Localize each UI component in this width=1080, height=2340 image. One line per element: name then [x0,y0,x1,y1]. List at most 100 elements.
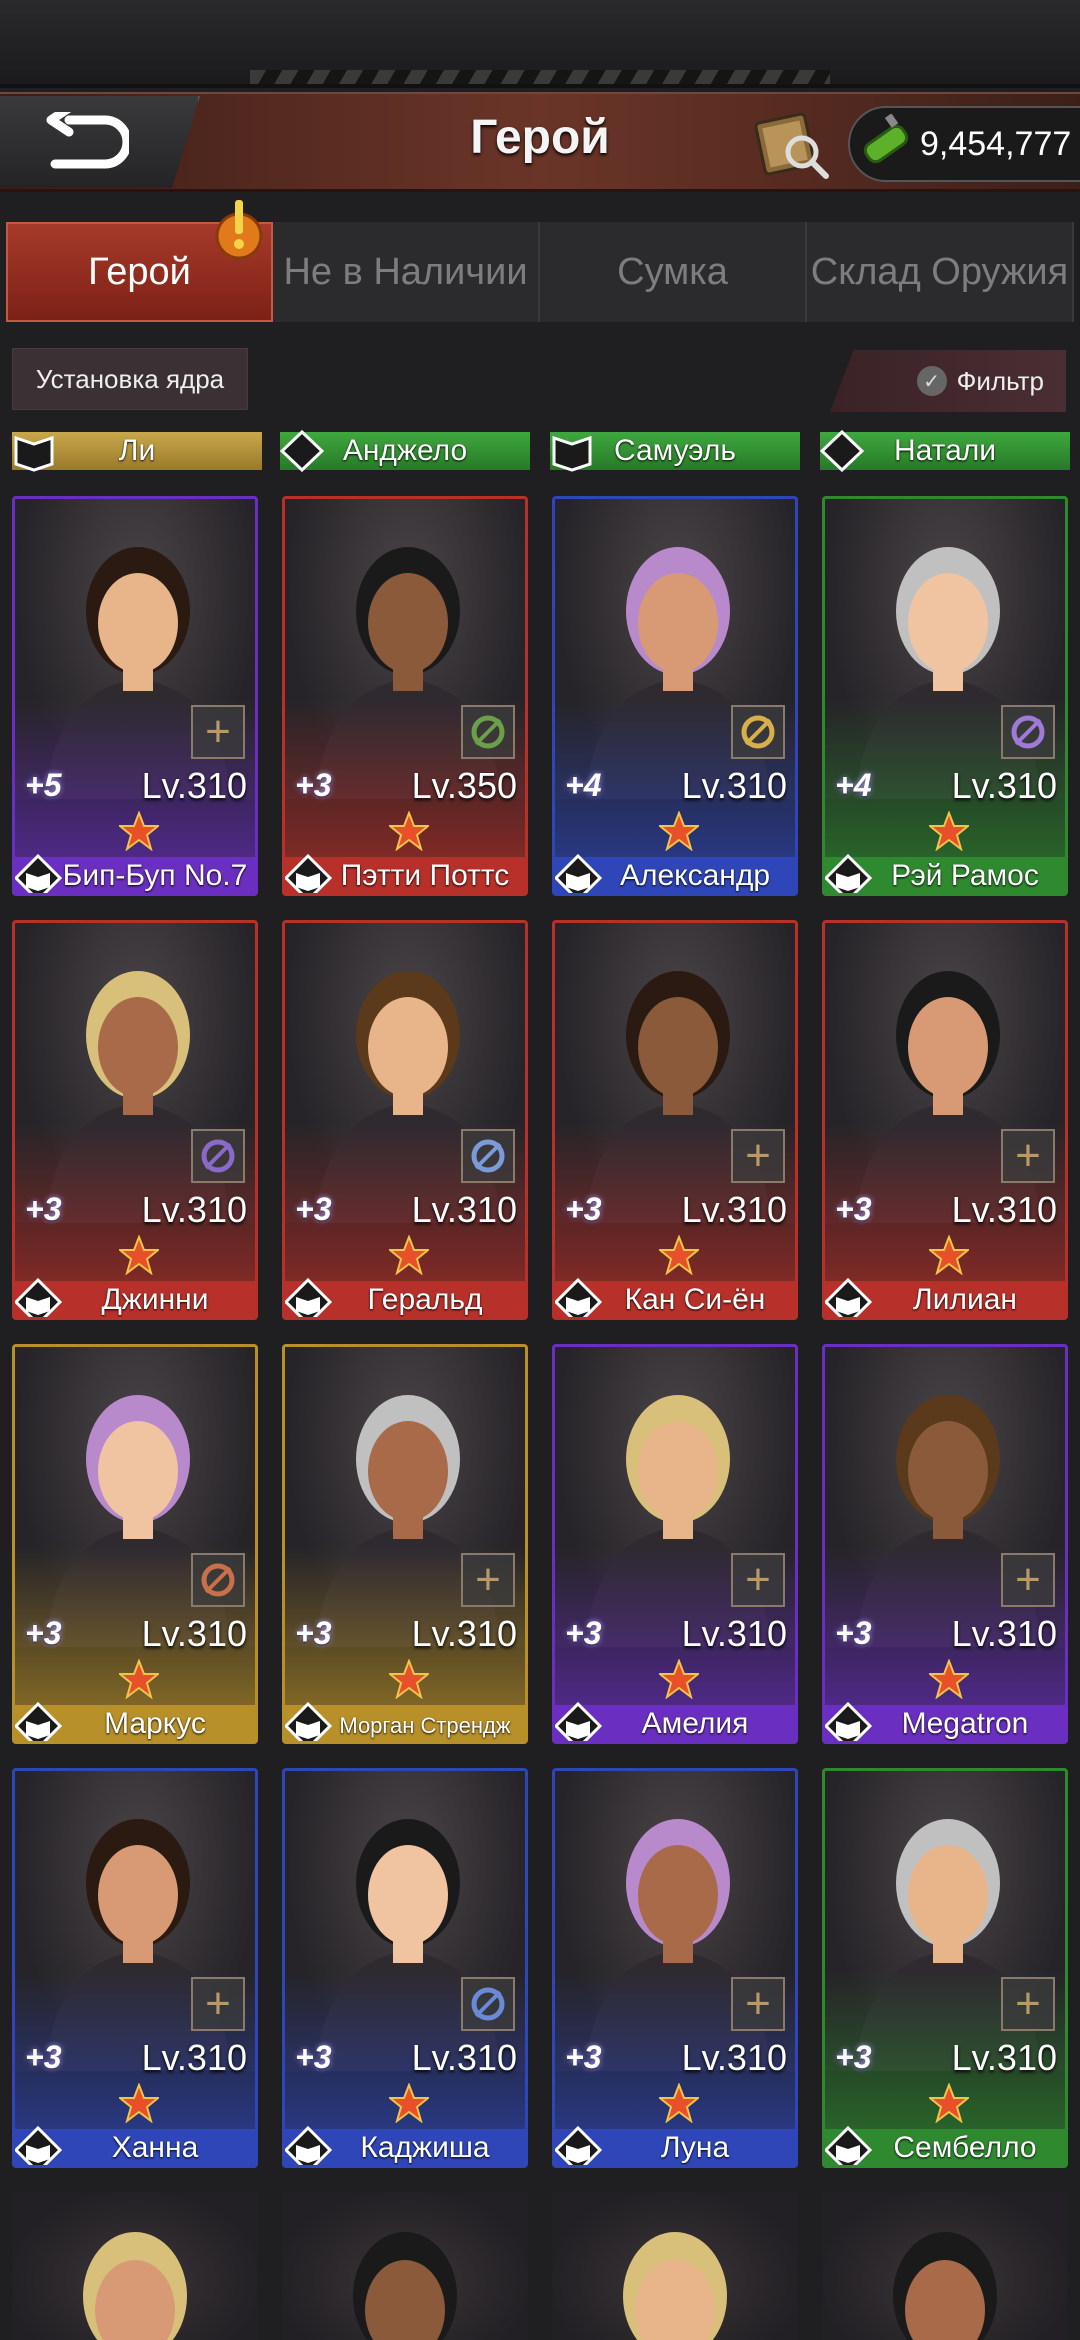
star-icon [659,1235,699,1275]
hero-name: Маркус [104,1707,206,1740]
hero-card[interactable]: + +5 Lv.310 Бип-Буп No.7 [12,496,258,896]
star-icon [119,811,159,851]
star-icon [389,1659,429,1699]
tab-not-available[interactable]: Не в Наличии [273,222,540,322]
hero-card[interactable]: + +3 Lv.310 Лилиан [822,920,1068,1320]
plus-level: +3 [25,1191,62,1227]
equip-slot[interactable]: + [461,1553,515,1607]
star-icon [119,2083,159,2123]
hero-card[interactable]: + +3 Lv.310 Морган Стрендж [282,1344,528,1744]
hero-level: Lv.310 [411,2037,517,2078]
hero-level: Lv.310 [951,1613,1057,1654]
plus-level: +5 [25,767,62,803]
plus-level: +3 [565,1191,602,1227]
star-icon [389,2083,429,2123]
equip-slot[interactable]: + [191,705,245,759]
plus-level: +3 [565,2039,602,2075]
hero-name: Рэй Рамос [891,859,1039,892]
hero-level: Lv.310 [141,1613,247,1654]
check-icon: ✓ [916,366,947,396]
hero-name: Бип-Буп No.7 [62,859,248,892]
hero-level: Lv.310 [951,765,1057,806]
hero-card[interactable]: + +3 Lv.310 Кан Си-ён [552,920,798,1320]
currency-value: 9,454,777 [920,124,1072,163]
star-icon [929,1235,969,1275]
hero-card-partial[interactable] [552,2192,798,2340]
filter-button[interactable]: ✓ Фильтр [830,350,1066,412]
star-icon [659,2083,699,2123]
equip-slot[interactable] [1001,705,1055,759]
hero-card[interactable]: +3 Lv.350 Пэтти Поттс [282,496,528,896]
top-name-label: Натали [893,434,997,467]
hero-card[interactable]: +3 Lv.310 Маркус [12,1344,258,1744]
hero-card-partial[interactable] [12,2192,258,2340]
hero-name: Джинни [101,1283,209,1316]
hero-level: Lv.310 [681,765,787,806]
hero-card[interactable]: +3 Lv.310 Геральд [282,920,528,1320]
hero-card[interactable]: +3 Lv.310 Джинни [12,920,258,1320]
tab-bag[interactable]: Сумка [540,222,807,322]
tab-weapon-storage[interactable]: Склад Оружия [807,222,1074,322]
tab-bar: Герой Не в Наличии Сумка Склад Оружия [6,222,1074,322]
equip-slot[interactable]: + [191,1977,245,2031]
book-role-icon [552,435,592,472]
hero-name: Сембелло [893,2131,1037,2164]
equip-slot[interactable]: + [1001,1977,1055,2031]
hero-level: Lv.310 [411,1189,517,1230]
equip-slot[interactable] [461,705,515,759]
hero-card[interactable]: + +3 Lv.310 Луна [552,1768,798,2168]
hero-book-icon[interactable] [752,108,832,182]
hero-name: Морган Стрендж [339,1713,511,1738]
equip-slot[interactable]: + [731,1977,785,2031]
top-name-strip[interactable]: Ли [12,432,262,472]
axe-role-icon [820,430,864,472]
hero-level: Lv.310 [951,1189,1057,1230]
equip-slot[interactable]: + [731,1129,785,1183]
hero-card[interactable]: + +3 Lv.310 Megatron [822,1344,1068,1744]
hero-level: Lv.310 [681,1189,787,1230]
equip-slot[interactable] [461,1977,515,2031]
star-icon [659,1659,699,1699]
top-name-strip[interactable]: Самуэль [550,432,800,472]
hero-name: Лилиан [913,1283,1017,1316]
plus-level: +3 [835,2039,872,2075]
star-icon [929,811,969,851]
equip-slot[interactable]: + [731,1553,785,1607]
hero-card-partial[interactable] [282,2192,528,2340]
plus-level: +3 [295,1615,332,1651]
hero-card[interactable]: + +3 Lv.310 Амелия [552,1344,798,1744]
plus-level: +3 [295,767,332,803]
core-install-button[interactable]: Установка ядра [12,348,248,410]
equip-slot[interactable]: + [1001,1129,1055,1183]
currency-display[interactable]: 9,454,777 [848,106,1080,182]
alert-icon [215,200,263,260]
hero-name: Пэтти Поттс [340,859,510,892]
equip-slot[interactable]: + [1001,1553,1055,1607]
equip-slot[interactable] [731,705,785,759]
hero-name: Каджиша [360,2131,490,2164]
hero-portrait-image [83,2232,187,2340]
top-name-strip[interactable]: Анджело [280,430,530,472]
star-icon [659,811,699,851]
plus-level: +3 [25,2039,62,2075]
back-button[interactable] [0,96,200,188]
hero-name: Megatron [901,1707,1029,1740]
back-arrow-icon [46,112,129,169]
bike-role-icon [280,430,324,472]
equip-slot[interactable] [191,1129,245,1183]
hero-card[interactable]: +4 Lv.310 Александр [552,496,798,896]
star-icon [929,1659,969,1699]
hero-level: Lv.310 [141,1189,247,1230]
hero-card[interactable]: + +3 Lv.310 Сембелло [822,1768,1068,2168]
hero-card[interactable]: + +3 Lv.310 Ханна [12,1768,258,2168]
equip-slot[interactable] [191,1553,245,1607]
top-name-strip[interactable]: Натали [820,430,1070,472]
hero-card[interactable]: +3 Lv.310 Каджиша [282,1768,528,2168]
hero-card-partial[interactable] [822,2192,1068,2340]
equip-slot[interactable] [461,1129,515,1183]
hero-card[interactable]: +4 Lv.310 Рэй Рамос [822,496,1068,896]
plus-level: +3 [835,1191,872,1227]
page-title: Герой [470,111,610,164]
star-icon [119,1659,159,1699]
hero-portrait-image [893,2232,997,2340]
